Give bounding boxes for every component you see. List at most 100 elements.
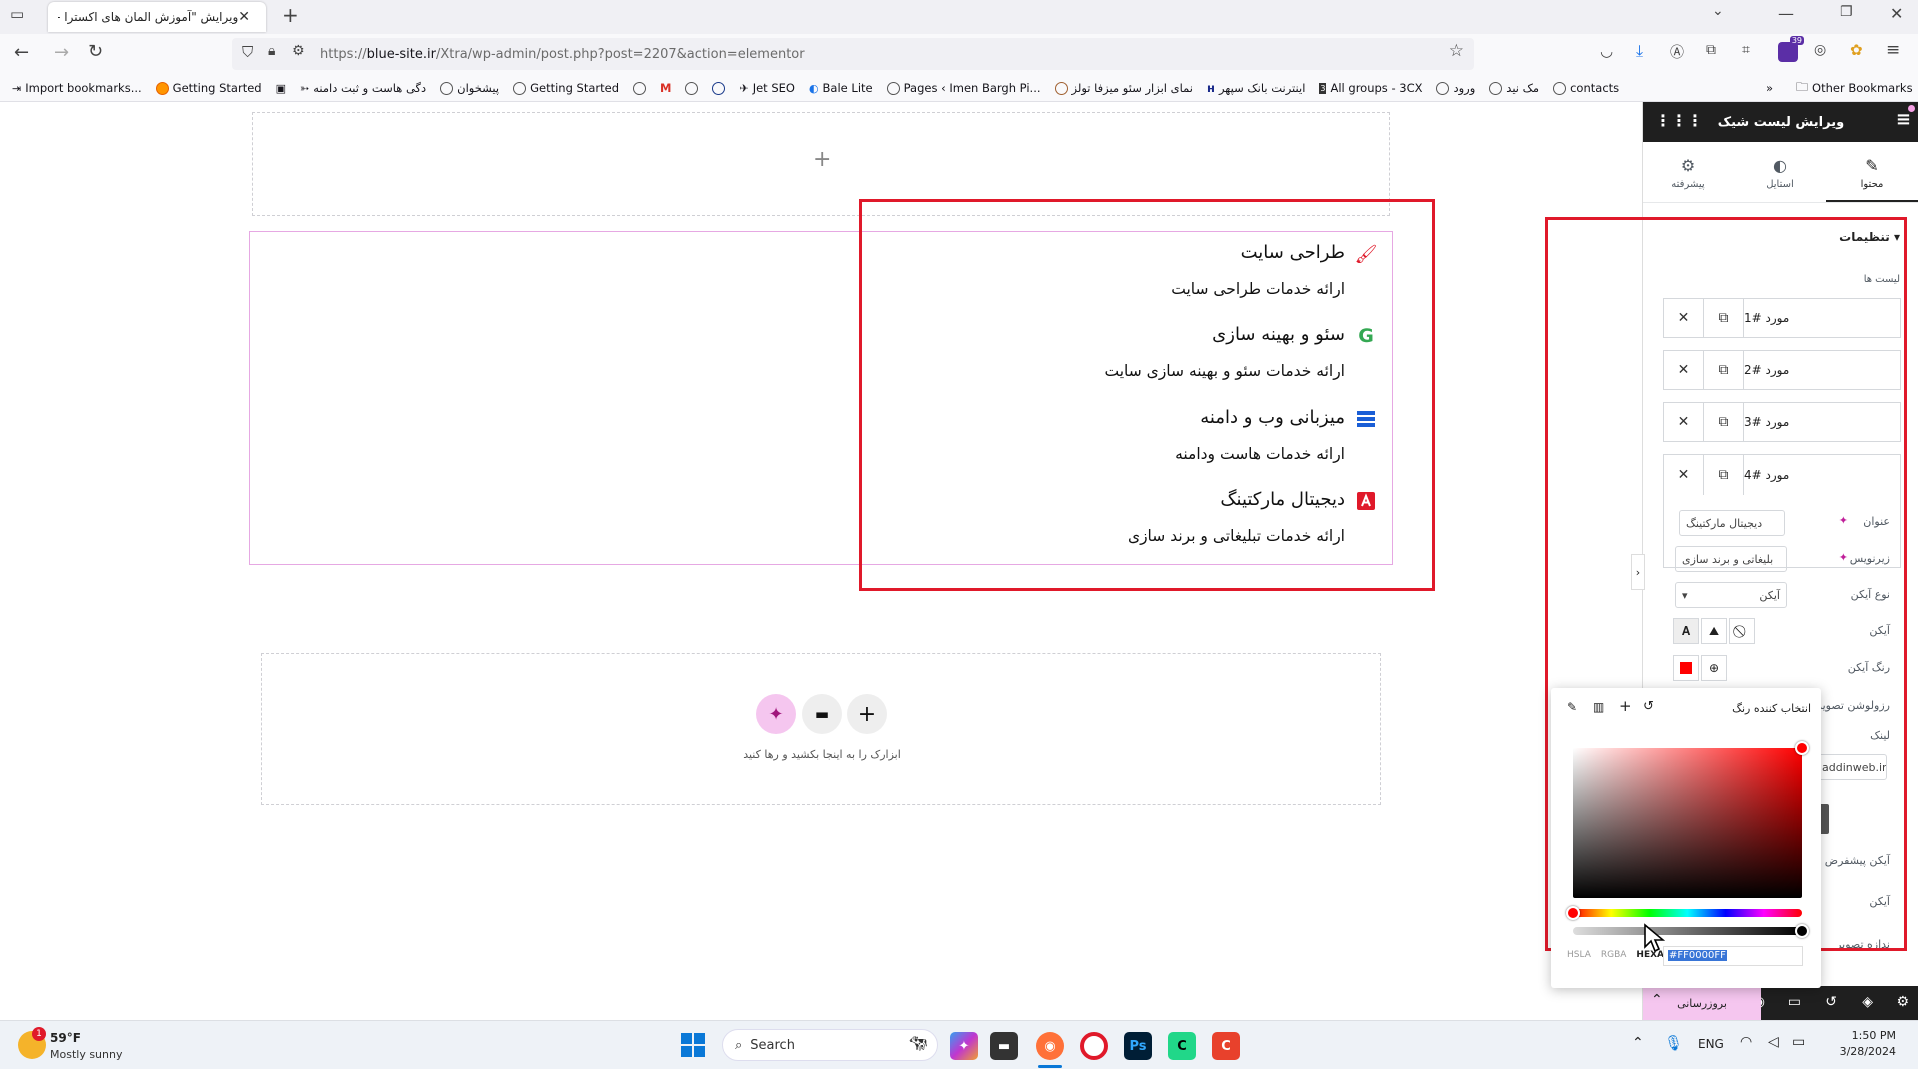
bookmarks-bar: ⇥ Import bookmarks... Getting Started ▣ ➳… <box>0 75 1918 102</box>
shield-icon[interactable]: ⛉ <box>242 43 253 61</box>
clock[interactable]: 1:50 PM 3/28/2024 <box>1826 1029 1896 1058</box>
pocket-icon[interactable]: ◡ <box>1600 42 1613 60</box>
windows-start-icon[interactable] <box>680 1032 706 1058</box>
globe-icon <box>633 81 647 95</box>
menu-icon[interactable]: ≡ <box>1886 40 1900 60</box>
bookmark-item[interactable]: Getting Started <box>155 81 262 95</box>
bookmark-item[interactable]: ➳ دگی هاست و ثبت دامنه <box>300 81 426 95</box>
add-section-button[interactable]: + <box>847 694 887 734</box>
forward-icon[interactable]: → <box>54 42 69 63</box>
list-tabs-icon[interactable]: ⌄ <box>1712 3 1724 19</box>
bookmark-item[interactable]: پیشخوان <box>440 81 499 95</box>
add-section-icon[interactable]: + <box>813 147 831 172</box>
saturation-knob[interactable] <box>1795 741 1809 755</box>
reset-icon[interactable]: ↺ <box>1643 699 1654 714</box>
hue-knob[interactable] <box>1566 906 1580 920</box>
pycharm-icon[interactable]: C <box>1168 1032 1196 1060</box>
folder-icon: 🗀 <box>1796 79 1809 94</box>
wordpress-icon <box>440 81 454 95</box>
lock-icon[interactable]: 🔒︎ <box>268 43 275 59</box>
bookmark-item[interactable]: ʜ اینترنت بانک سپهر <box>1207 81 1305 95</box>
bookmark-item[interactable]: ✈ Jet SEO <box>739 81 794 95</box>
back-icon[interactable]: ← <box>14 42 29 63</box>
tray-chevron-icon[interactable]: ⌃ <box>1632 1035 1644 1051</box>
divider <box>1643 202 1918 203</box>
bookmark-item[interactable]: 3 All groups - 3CX <box>1319 81 1422 95</box>
format-rgba[interactable]: RGBA <box>1601 950 1627 960</box>
weather-sun-icon[interactable]: 1 <box>18 1027 46 1059</box>
taskbar-search[interactable]: ⌕ Search 🐄︎ <box>722 1029 938 1061</box>
bookmark-item[interactable] <box>633 81 647 95</box>
widgets-grid-icon[interactable]: ⋮⋮⋮ <box>1655 111 1703 130</box>
bookmark-item[interactable] <box>685 81 699 95</box>
file-explorer-icon[interactable]: ▬ <box>990 1032 1018 1060</box>
bookmark-item[interactable]: Pages ‹ Imen Bargh Pi... <box>886 81 1041 95</box>
close-tab-icon[interactable]: ✕ <box>238 9 250 25</box>
settings-icon[interactable]: ⚙ <box>1896 994 1909 1010</box>
extension-shield-icon[interactable]: 39 <box>1778 36 1804 62</box>
microphone-icon[interactable]: 🎙︎ <box>1664 1034 1683 1052</box>
addon-icon[interactable]: ✿ <box>1850 41 1863 59</box>
firefox-icon[interactable]: ◉ <box>1036 1032 1064 1060</box>
wifi-icon[interactable]: ◠ <box>1740 1034 1752 1050</box>
copilot-icon[interactable]: ✦ <box>950 1032 978 1060</box>
bookmark-item[interactable]: contacts <box>1553 81 1619 95</box>
crop-icon[interactable]: ⌗ <box>1742 42 1750 58</box>
tab-content[interactable]: ✎ محتوا <box>1826 142 1918 202</box>
empty-drop-section[interactable]: ✦ ▬ + ابزارک را به اینجا بکشید و رها کنی… <box>261 653 1381 805</box>
tab-advanced[interactable]: ⚙ پیشرفته <box>1642 142 1734 202</box>
downloads-icon[interactable]: ⤓ <box>1636 41 1643 61</box>
bookmark-item[interactable]: نمای ابزار سئو میزفا تولز <box>1054 81 1193 95</box>
camtasia-icon[interactable]: C <box>1212 1032 1240 1060</box>
bookmark-item[interactable]: Getting Started <box>513 81 619 95</box>
saturation-area[interactable] <box>1573 741 1809 898</box>
history-icon[interactable]: ↺ <box>1825 994 1837 1010</box>
alpha-knob[interactable] <box>1795 924 1809 938</box>
format-hexa[interactable]: HEXA <box>1636 950 1664 960</box>
bookmark-item[interactable]: ▣ <box>276 82 286 95</box>
new-tab-icon[interactable]: + <box>282 3 299 27</box>
hue-slider[interactable] <box>1566 906 1802 920</box>
opera-icon[interactable] <box>1080 1032 1108 1060</box>
clock-date: 3/28/2024 <box>1839 1045 1896 1058</box>
eyedropper-icon[interactable]: ✎ <box>1567 700 1577 714</box>
format-hsla[interactable]: HSLA <box>1567 950 1591 960</box>
url-bar[interactable]: ⛉ 🔒︎ ⚙ https://blue-site.ir/Xtra/wp-admi… <box>232 38 1474 70</box>
alpha-slider[interactable] <box>1573 924 1809 938</box>
photoshop-icon[interactable]: Ps <box>1124 1032 1152 1060</box>
volume-icon[interactable]: ◁ <box>1768 1034 1779 1050</box>
reload-icon[interactable]: ↻ <box>88 41 103 62</box>
bookmark-item[interactable]: مک نید <box>1489 81 1539 95</box>
gear-icon: ⚙ <box>1680 156 1696 175</box>
account-icon[interactable]: Ⓐ <box>1670 42 1684 62</box>
trash-icon[interactable]: ▥ <box>1593 700 1604 714</box>
hamburger-icon[interactable]: ≡ <box>1896 109 1911 130</box>
bookmark-item[interactable]: ◐ Bale Lite <box>809 81 873 95</box>
extensions-icon[interactable]: ⧉ <box>1706 42 1716 58</box>
add-color-icon[interactable]: + <box>1619 697 1632 715</box>
bookmark-star-icon[interactable]: ☆ <box>1449 41 1464 61</box>
hex-input[interactable]: #FF0000FF <box>1663 946 1803 966</box>
template-folder-button[interactable]: ▬ <box>802 694 842 734</box>
ai-sparkle-button[interactable]: ✦ <box>756 694 796 734</box>
tab-overview-icon[interactable]: ▭ <box>10 5 24 23</box>
close-window-icon[interactable]: ✕ <box>1890 4 1903 23</box>
bookmark-item[interactable] <box>712 81 726 95</box>
bookmarks-overflow-icon[interactable]: » <box>1766 81 1773 95</box>
bookmark-item[interactable]: ورود <box>1436 81 1475 95</box>
responsive-icon[interactable]: ▭ <box>1788 994 1801 1010</box>
vpn-icon[interactable]: ◎ <box>1814 42 1826 58</box>
battery-icon[interactable]: ▭ <box>1792 1034 1805 1050</box>
permissions-icon[interactable]: ⚙ <box>292 43 305 59</box>
tab-style[interactable]: ◐ استایل <box>1734 142 1826 202</box>
restore-icon[interactable]: ❐ <box>1840 4 1853 20</box>
update-button[interactable]: ⌃ بروزرسانی <box>1643 986 1761 1020</box>
minimize-icon[interactable]: — <box>1778 4 1794 23</box>
bookmark-item[interactable]: M <box>660 81 671 95</box>
browser-tab-active[interactable]: ✕ ویرایش "آموزش المان های اکسترا - ... <box>48 2 266 32</box>
other-bookmarks[interactable]: 🗀 Other Bookmarks <box>1796 78 1913 99</box>
chevron-up-icon[interactable]: ⌃ <box>1651 992 1663 1008</box>
language-indicator[interactable]: ENG <box>1698 1037 1724 1051</box>
bookmark-item[interactable]: ⇥ Import bookmarks... <box>12 81 142 95</box>
navigator-icon[interactable]: ◈ <box>1862 994 1873 1010</box>
